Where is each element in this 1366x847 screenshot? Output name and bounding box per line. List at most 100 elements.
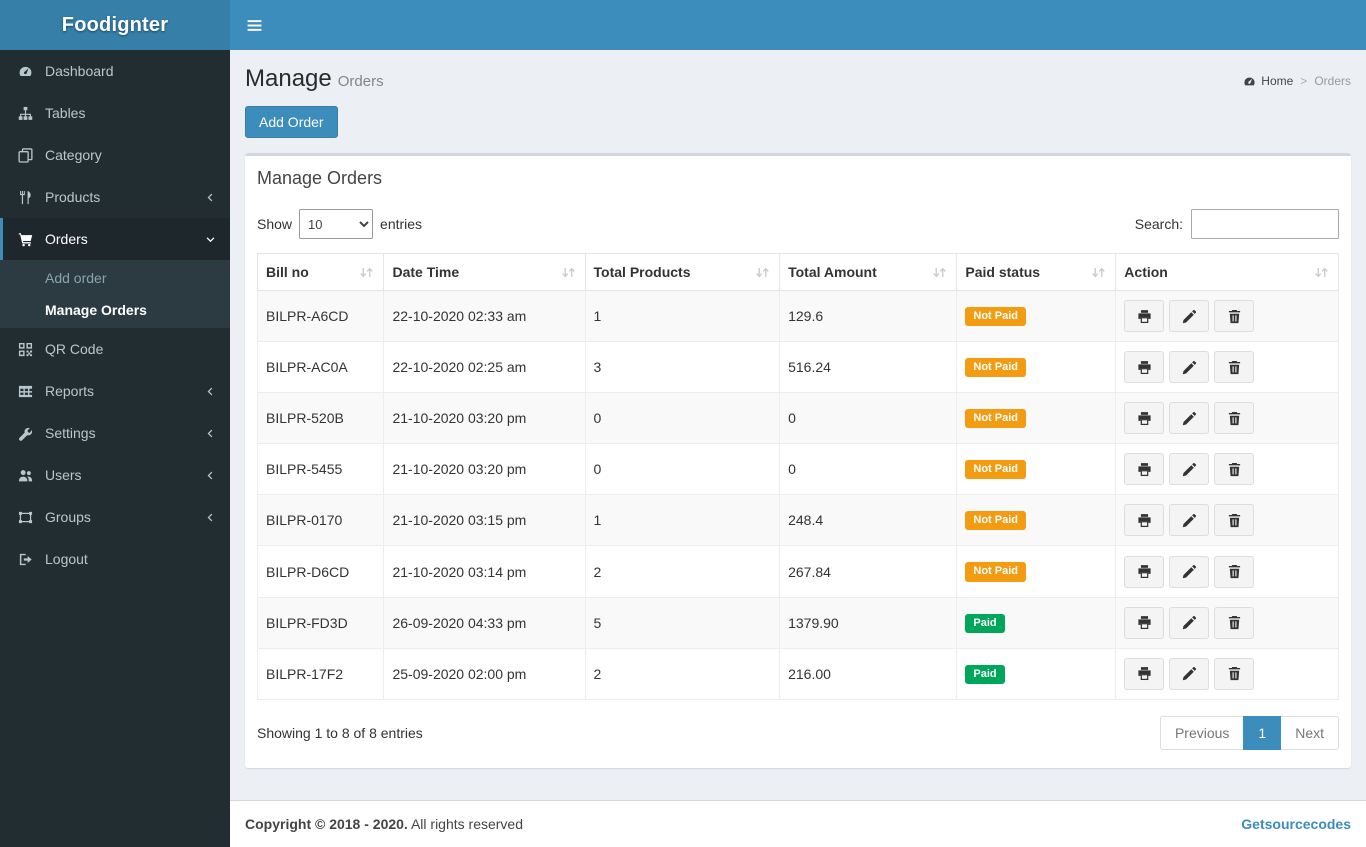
entries-select[interactable]: 10 [299, 209, 374, 239]
sidebar-item-category[interactable]: Category [0, 134, 230, 176]
edit-button[interactable] [1169, 606, 1210, 639]
delete-button[interactable] [1214, 657, 1255, 690]
sidebar-item-orders[interactable]: Orders [0, 218, 230, 260]
page-title: Manage Orders [245, 65, 384, 93]
sort-icon [754, 266, 771, 279]
delete-button[interactable] [1214, 504, 1255, 537]
sidebar-item-label: Orders [45, 231, 88, 247]
edit-button[interactable] [1169, 504, 1210, 537]
action-cell [1115, 443, 1339, 496]
column-header-total-products[interactable]: Total Products [584, 253, 781, 291]
edit-button[interactable] [1169, 351, 1210, 384]
pencil-icon [1182, 411, 1197, 426]
edit-button[interactable] [1169, 657, 1210, 690]
edit-button[interactable] [1169, 300, 1210, 333]
print-button[interactable] [1124, 504, 1165, 537]
pencil-icon [1182, 309, 1197, 324]
delete-button[interactable] [1214, 351, 1255, 384]
sidebar-item-label: Products [45, 189, 101, 205]
column-header-action[interactable]: Action [1115, 253, 1339, 291]
bill-no-cell: BILPR-A6CD [256, 289, 385, 343]
sidebar-item-settings[interactable]: Settings [0, 412, 230, 454]
print-button[interactable] [1124, 300, 1165, 333]
sidebar-subitem-add-order[interactable]: Add order [0, 262, 230, 294]
print-button[interactable] [1124, 453, 1165, 486]
sidebar-item-label: Dashboard [45, 63, 114, 79]
date-time-cell: 21-10-2020 03:14 pm [383, 545, 586, 598]
print-button[interactable] [1124, 657, 1165, 690]
paid-status-badge: Not Paid [965, 307, 1027, 327]
sidebar-item-users[interactable]: Users [0, 454, 230, 496]
main-column: Manage Orders Home > Orders Add Order Man… [230, 0, 1366, 847]
delete-button[interactable] [1214, 606, 1255, 639]
sidebar-item-tables[interactable]: Tables [0, 92, 230, 134]
sidebar-item-users-container: Users [0, 454, 230, 496]
column-header-paid-status[interactable]: Paid status [956, 253, 1117, 291]
paid-status-cell: Not Paid [956, 289, 1117, 343]
paid-status-cell: Not Paid [956, 545, 1117, 598]
edit-button[interactable] [1169, 555, 1210, 588]
page-1-button[interactable]: 1 [1243, 715, 1282, 750]
column-header-bill-no[interactable]: Bill no [256, 253, 385, 291]
sidebar-item-label: Category [45, 147, 102, 163]
pencil-icon [1182, 462, 1197, 477]
paid-status-cell: Paid [956, 647, 1117, 700]
credit-link[interactable]: Getsourcecodes [1241, 816, 1351, 832]
sidebar-item-logout[interactable]: Logout [0, 538, 230, 580]
date-time-cell: 21-10-2020 03:15 pm [383, 494, 586, 547]
next-page-button[interactable]: Next [1280, 715, 1339, 750]
print-button[interactable] [1124, 351, 1165, 384]
column-header-total-amount[interactable]: Total Amount [779, 253, 958, 291]
print-icon [1137, 462, 1152, 477]
paid-status-badge: Paid [965, 664, 1005, 684]
sidebar-subitem-manage-orders[interactable]: Manage Orders [0, 294, 230, 326]
edit-button[interactable] [1169, 402, 1210, 435]
print-icon [1137, 411, 1152, 426]
sidebar-item-settings-container: Settings [0, 412, 230, 454]
sidebar-item-reports[interactable]: Reports [0, 370, 230, 412]
column-header-date-time[interactable]: Date Time [383, 253, 586, 291]
trash-icon [1227, 309, 1242, 324]
add-order-button[interactable]: Add Order [245, 106, 338, 138]
total-products-cell: 2 [584, 647, 781, 700]
print-button[interactable] [1124, 555, 1165, 588]
delete-button[interactable] [1214, 300, 1255, 333]
total-amount-cell: 1379.90 [779, 596, 958, 649]
date-time-cell: 22-10-2020 02:33 am [383, 289, 586, 343]
pencil-icon [1182, 615, 1197, 630]
content-wrapper: Manage Orders Home > Orders Add Order Man… [230, 50, 1366, 800]
sidebar-item-dashboard[interactable]: Dashboard [0, 50, 230, 92]
box-title: Manage Orders [257, 168, 383, 188]
delete-button[interactable] [1214, 555, 1255, 588]
print-icon [1137, 666, 1152, 681]
bill-no-cell: BILPR-17F2 [256, 647, 385, 700]
footer: Copyright © 2018 - 2020. All rights rese… [230, 800, 1366, 847]
sort-icon [560, 266, 577, 279]
total-amount-cell: 0 [779, 443, 958, 496]
table-row: BILPR-520B 21-10-2020 03:20 pm 0 0 Not Paid [256, 392, 1339, 445]
wrench-icon [17, 426, 34, 441]
bill-no-cell: BILPR-0170 [256, 494, 385, 547]
search-input[interactable] [1191, 209, 1339, 239]
sidebar-item-products[interactable]: Products [0, 176, 230, 218]
previous-page-button[interactable]: Previous [1159, 715, 1245, 750]
sidebar-toggle-button[interactable] [230, 0, 279, 50]
edit-button[interactable] [1169, 453, 1210, 486]
sidebar-item-dashboard-container: Dashboard [0, 50, 230, 92]
sidebar-item-qr-code[interactable]: QR Code [0, 328, 230, 370]
group-icon [17, 510, 34, 525]
sidebar-item-logout-container: Logout [0, 538, 230, 580]
breadcrumb: Home > Orders [1243, 65, 1351, 88]
sidebar-item-label: Users [45, 467, 82, 483]
delete-button[interactable] [1214, 402, 1255, 435]
sidebar-item-groups[interactable]: Groups [0, 496, 230, 538]
print-button[interactable] [1124, 606, 1165, 639]
delete-button[interactable] [1214, 453, 1255, 486]
print-button[interactable] [1124, 402, 1165, 435]
total-amount-cell: 516.24 [779, 341, 958, 394]
breadcrumb-home-link[interactable]: Home [1243, 74, 1293, 88]
table-row: BILPR-FD3D 26-09-2020 04:33 pm 5 1379.90 Pai… [256, 596, 1339, 649]
qrcode-icon [17, 342, 34, 357]
search-label: Search: [1134, 216, 1183, 232]
brand-logo[interactable]: Foodignter [0, 0, 230, 50]
